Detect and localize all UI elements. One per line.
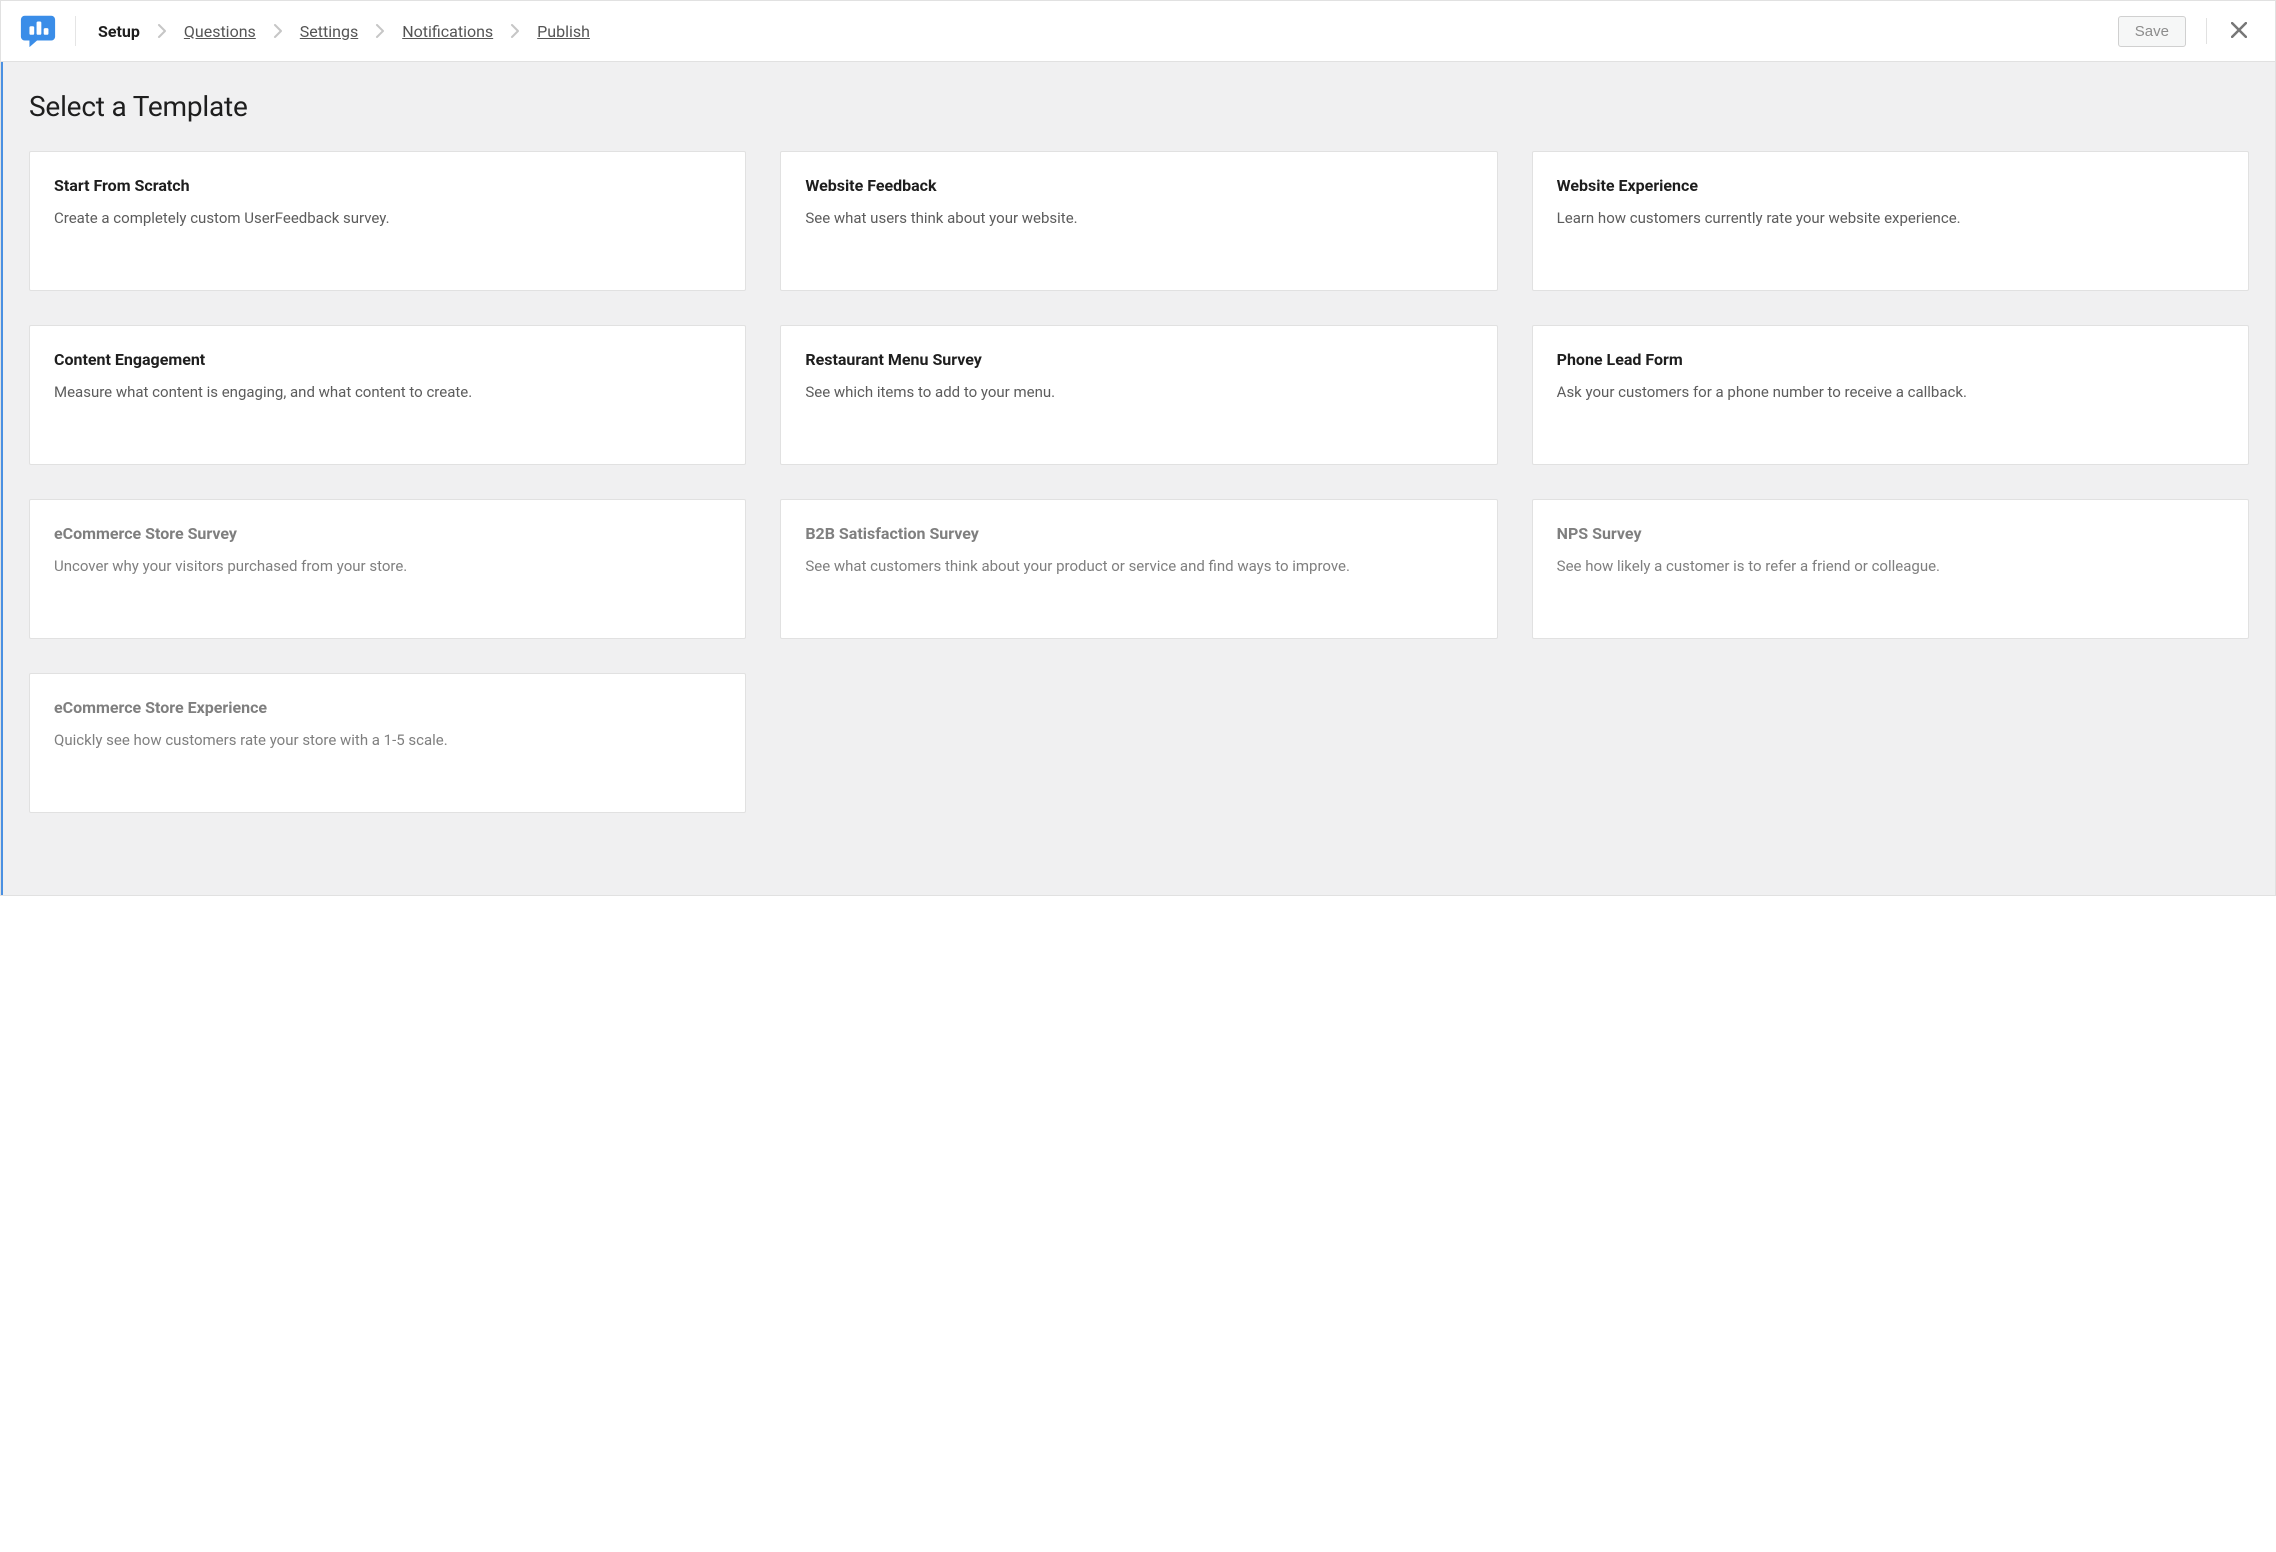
template-title: Phone Lead Form: [1557, 350, 2224, 369]
close-button[interactable]: [2227, 18, 2251, 45]
step-setup[interactable]: Setup: [98, 22, 140, 41]
page-title: Select a Template: [29, 90, 2249, 123]
userfeedback-logo-icon: [19, 12, 57, 50]
template-card[interactable]: Start From Scratch Create a completely c…: [29, 151, 746, 291]
template-desc: See what users think about your website.: [805, 207, 1472, 230]
close-icon: [2231, 26, 2247, 41]
template-card[interactable]: Phone Lead Form Ask your customers for a…: [1532, 325, 2249, 465]
save-button[interactable]: Save: [2118, 16, 2186, 47]
template-card[interactable]: NPS Survey See how likely a customer is …: [1532, 499, 2249, 639]
template-desc: Ask your customers for a phone number to…: [1557, 381, 2224, 404]
template-desc: See what customers think about your prod…: [805, 555, 1472, 578]
step-settings[interactable]: Settings: [300, 22, 358, 41]
template-card[interactable]: B2B Satisfaction Survey See what custome…: [780, 499, 1497, 639]
template-card[interactable]: Content Engagement Measure what content …: [29, 325, 746, 465]
template-desc: See how likely a customer is to refer a …: [1557, 555, 2224, 578]
template-desc: See which items to add to your menu.: [805, 381, 1472, 404]
template-desc: Measure what content is engaging, and wh…: [54, 381, 721, 404]
step-notifications[interactable]: Notifications: [402, 22, 493, 41]
template-card[interactable]: eCommerce Store Experience Quickly see h…: [29, 673, 746, 813]
content-area: Select a Template Start From Scratch Cre…: [1, 62, 2275, 895]
template-title: NPS Survey: [1557, 524, 2224, 543]
template-title: Content Engagement: [54, 350, 721, 369]
step-questions[interactable]: Questions: [184, 22, 256, 41]
template-grid: Start From Scratch Create a completely c…: [29, 151, 2249, 813]
chevron-right-icon: [493, 24, 537, 38]
step-publish[interactable]: Publish: [537, 22, 590, 41]
template-desc: Create a completely custom UserFeedback …: [54, 207, 721, 230]
template-desc: Uncover why your visitors purchased from…: [54, 555, 721, 578]
template-title: Start From Scratch: [54, 176, 721, 195]
template-title: Website Experience: [1557, 176, 2224, 195]
topbar: Setup Questions Settings Notifications P…: [1, 0, 2275, 62]
template-title: Website Feedback: [805, 176, 1472, 195]
template-title: eCommerce Store Survey: [54, 524, 721, 543]
wizard-steps: Setup Questions Settings Notifications P…: [76, 22, 2118, 41]
template-title: eCommerce Store Experience: [54, 698, 721, 717]
chevron-right-icon: [256, 24, 300, 38]
topbar-right: Save: [2118, 16, 2251, 47]
template-desc: Quickly see how customers rate your stor…: [54, 729, 721, 752]
divider: [2206, 18, 2207, 44]
app-frame: Setup Questions Settings Notifications P…: [0, 0, 2276, 896]
template-card[interactable]: Website Feedback See what users think ab…: [780, 151, 1497, 291]
template-title: B2B Satisfaction Survey: [805, 524, 1472, 543]
template-card[interactable]: Restaurant Menu Survey See which items t…: [780, 325, 1497, 465]
chevron-right-icon: [358, 24, 402, 38]
template-card[interactable]: eCommerce Store Survey Uncover why your …: [29, 499, 746, 639]
chevron-right-icon: [140, 24, 184, 38]
logo-wrap: [19, 16, 76, 46]
template-card[interactable]: Website Experience Learn how customers c…: [1532, 151, 2249, 291]
template-title: Restaurant Menu Survey: [805, 350, 1472, 369]
template-desc: Learn how customers currently rate your …: [1557, 207, 2224, 230]
